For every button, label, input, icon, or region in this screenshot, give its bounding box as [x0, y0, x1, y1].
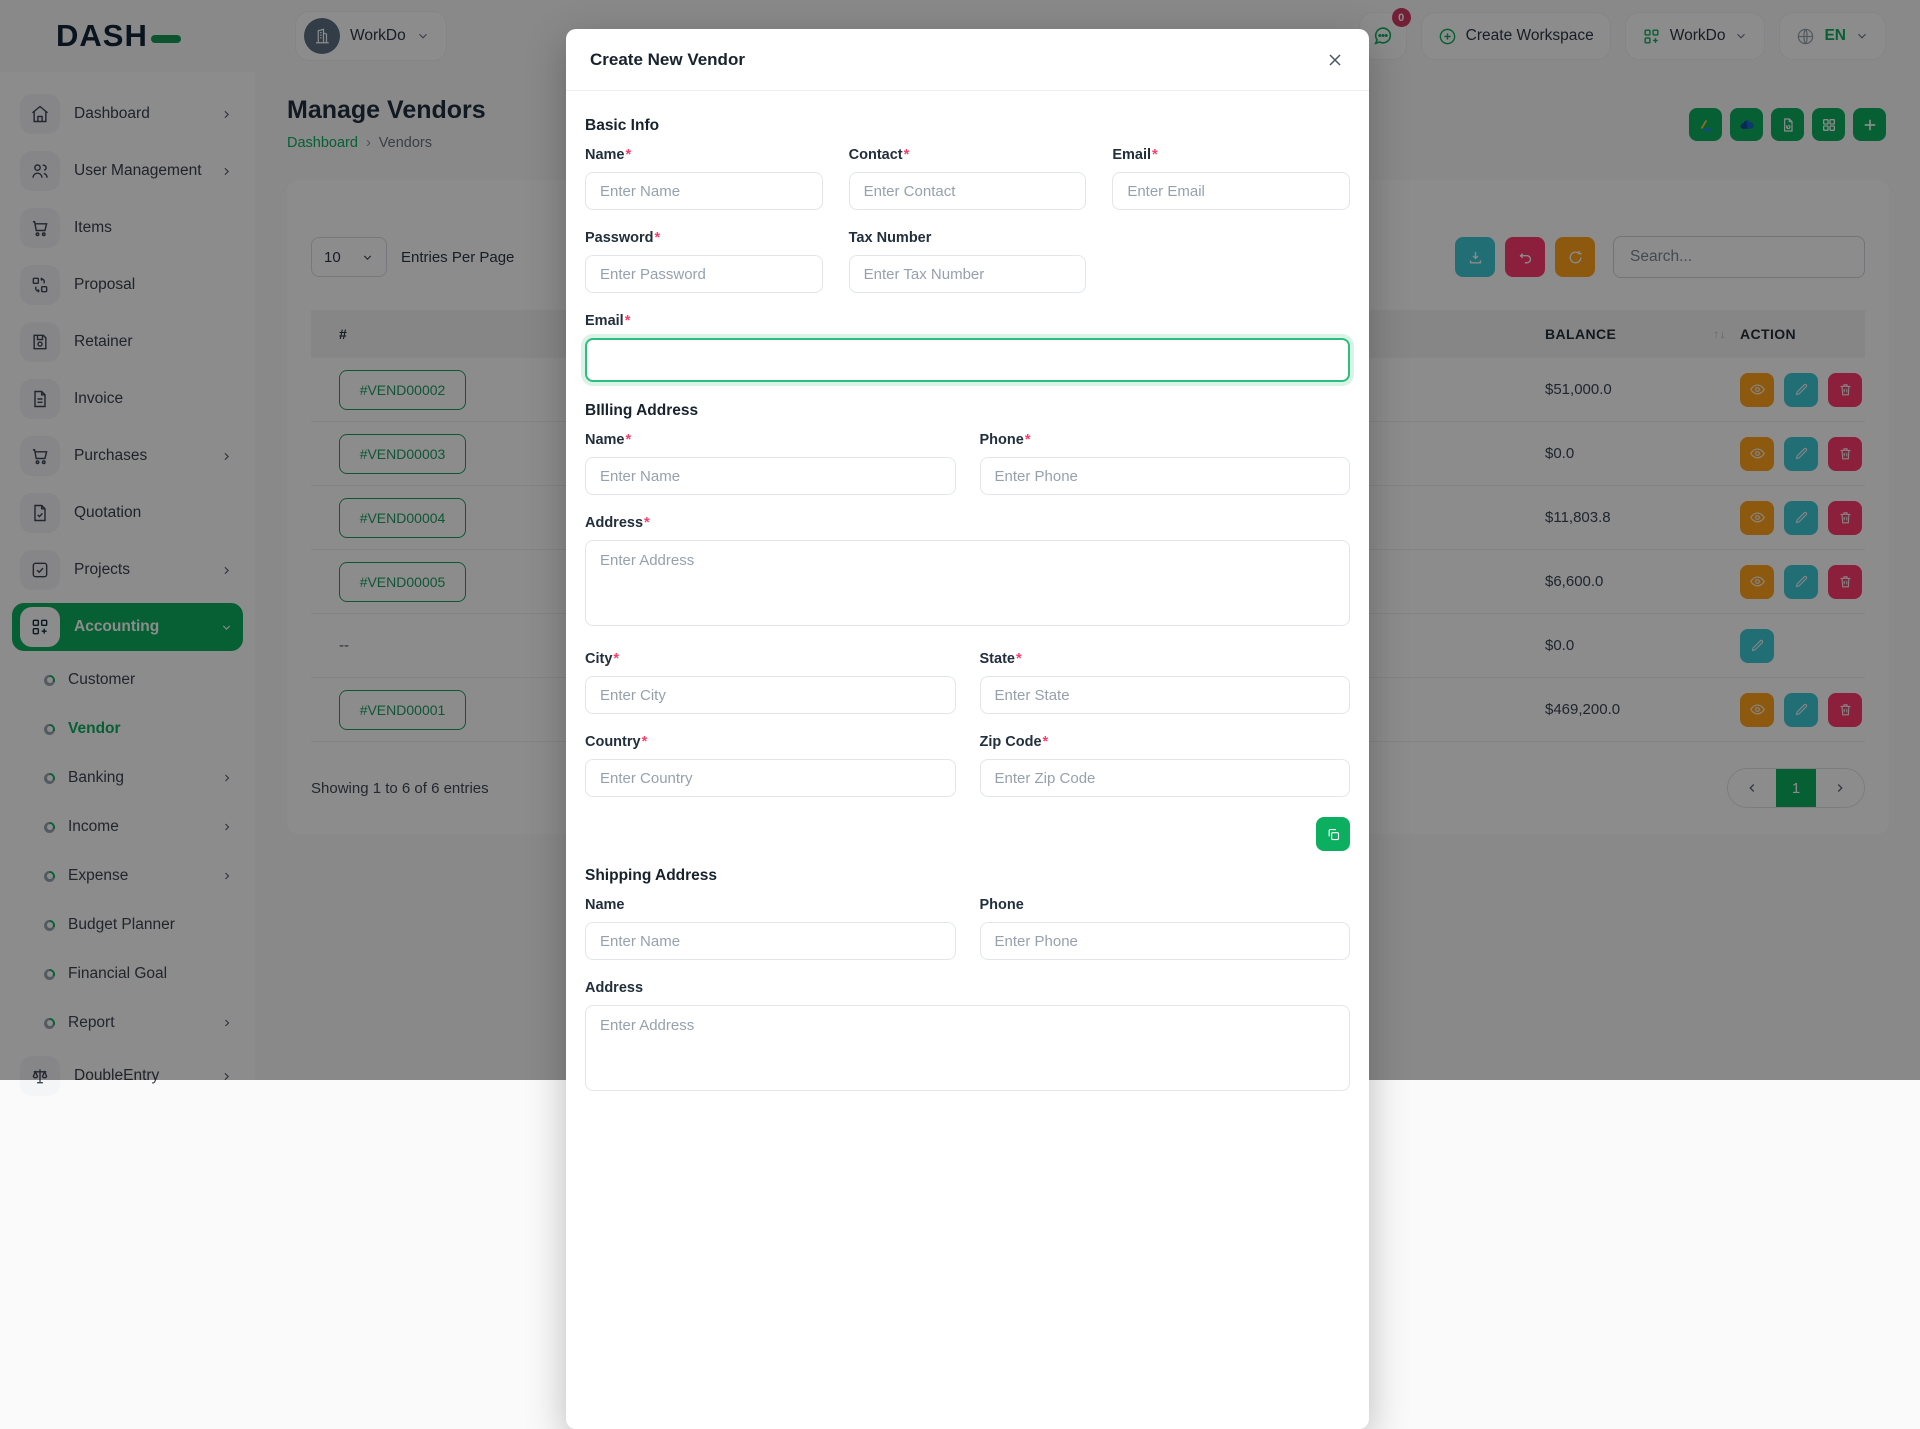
copy-billing-to-shipping-button[interactable] — [1316, 817, 1350, 851]
basic-info-heading: Basic Info — [585, 117, 1350, 135]
field-name: Name* — [585, 147, 823, 210]
required-asterisk: * — [1025, 432, 1031, 448]
field-tax-number: Tax Number — [849, 230, 1087, 293]
field-login-email: Email* — [585, 313, 1350, 382]
shipping-address-heading: Shipping Address — [585, 867, 1350, 885]
required-asterisk: * — [626, 432, 632, 448]
billing-name-input[interactable] — [585, 457, 956, 495]
billing-phone-input[interactable] — [980, 457, 1351, 495]
billing-address-textarea[interactable] — [585, 540, 1350, 626]
modal-title: Create New Vendor — [590, 50, 745, 70]
field-billing-phone: Phone* — [980, 432, 1351, 495]
required-asterisk: * — [904, 147, 910, 163]
billing-city-input[interactable] — [585, 676, 956, 714]
field-billing-state: State* — [980, 651, 1351, 714]
field-billing-zip: Zip Code* — [980, 734, 1351, 797]
shipping-phone-input[interactable] — [980, 922, 1351, 960]
field-billing-city: City* — [585, 651, 956, 714]
field-shipping-address: Address — [585, 980, 1350, 1096]
field-shipping-phone: Phone — [980, 897, 1351, 960]
billing-state-input[interactable] — [980, 676, 1351, 714]
shipping-name-input[interactable] — [585, 922, 956, 960]
required-asterisk: * — [1043, 734, 1049, 750]
required-asterisk: * — [626, 147, 632, 163]
field-contact: Contact* — [849, 147, 1087, 210]
required-asterisk: * — [642, 734, 648, 750]
required-asterisk: * — [655, 230, 661, 246]
required-asterisk: * — [1016, 651, 1022, 667]
field-email: Email* — [1112, 147, 1350, 210]
required-asterisk: * — [1152, 147, 1158, 163]
close-button[interactable] — [1325, 50, 1345, 70]
shipping-address-textarea[interactable] — [585, 1005, 1350, 1091]
email-input[interactable] — [1112, 172, 1350, 210]
billing-country-input[interactable] — [585, 759, 956, 797]
password-input[interactable] — [585, 255, 823, 293]
field-shipping-name: Name — [585, 897, 956, 960]
billing-zip-input[interactable] — [980, 759, 1351, 797]
field-password: Password* — [585, 230, 823, 293]
login-email-input[interactable] — [585, 338, 1350, 382]
field-billing-name: Name* — [585, 432, 956, 495]
close-icon — [1325, 50, 1345, 70]
create-vendor-modal: Create New Vendor Basic Info Name* Conta… — [566, 29, 1369, 1429]
field-billing-address: Address* — [585, 515, 1350, 631]
required-asterisk: * — [613, 651, 619, 667]
required-asterisk: * — [625, 313, 631, 329]
tax-number-input[interactable] — [849, 255, 1087, 293]
required-asterisk: * — [644, 515, 650, 531]
field-billing-country: Country* — [585, 734, 956, 797]
contact-input[interactable] — [849, 172, 1087, 210]
name-input[interactable] — [585, 172, 823, 210]
copy-icon — [1326, 827, 1341, 842]
billing-address-heading: BIlling Address — [585, 402, 1350, 420]
